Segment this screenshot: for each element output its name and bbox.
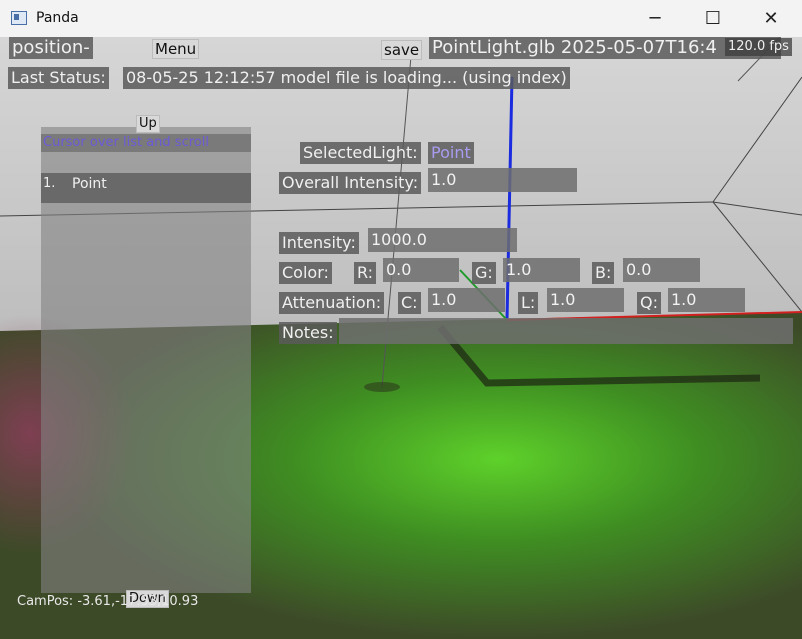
position-label: position- [9, 37, 93, 59]
fps-counter: 120.0 fps [725, 38, 792, 56]
title-bar: Panda ─ ☐ ✕ [0, 0, 802, 37]
maximize-button[interactable]: ☐ [684, 0, 742, 37]
color-r-input[interactable]: 0.0 [383, 258, 459, 282]
attenuation-l-input[interactable]: 1.0 [547, 288, 624, 312]
notes-label: Notes: [279, 322, 337, 344]
notes-input[interactable] [339, 318, 793, 344]
camera-position-readout: CamPos: -3.61,-17.33,10.93 [17, 594, 199, 609]
intensity-input[interactable]: 1000.0 [368, 228, 517, 252]
attenuation-l-label: L: [518, 292, 539, 314]
status-message: 08-05-25 12:12:57 model file is loading.… [123, 67, 570, 89]
attenuation-label: Attenuation: [279, 292, 385, 314]
list-item-index: 1. [43, 176, 56, 191]
scroll-up-button[interactable]: Up [136, 115, 160, 133]
close-button[interactable]: ✕ [742, 0, 800, 37]
color-b-label: B: [592, 262, 615, 284]
color-g-label: G: [472, 262, 496, 284]
overall-intensity-label: Overall Intensity: [279, 172, 422, 194]
intensity-label: Intensity: [279, 232, 359, 254]
color-label: Color: [279, 262, 332, 284]
save-button[interactable]: save [381, 40, 423, 60]
app-window-icon [11, 11, 27, 25]
list-item-name: Point [72, 176, 107, 192]
window-title: Panda [36, 10, 79, 26]
minimize-button[interactable]: ─ [626, 0, 684, 37]
light-list-header: Cursor over list and scroll [41, 134, 251, 152]
last-status-label: Last Status: [8, 67, 109, 89]
selected-light-value: Point [428, 142, 474, 164]
attenuation-q-label: Q: [637, 292, 661, 314]
color-r-label: R: [354, 262, 377, 284]
attenuation-c-label: C: [398, 292, 421, 314]
color-g-input[interactable]: 1.0 [503, 258, 580, 282]
list-item[interactable]: 1. Point [41, 173, 251, 203]
viewport-3d[interactable]: position- Menu save PointLight.glb 2025-… [0, 37, 802, 639]
color-b-input[interactable]: 0.0 [623, 258, 700, 282]
attenuation-q-input[interactable]: 1.0 [668, 288, 745, 312]
overall-intensity-input[interactable]: 1.0 [428, 168, 577, 192]
menu-button[interactable]: Menu [152, 39, 200, 59]
selected-light-label: SelectedLight: [300, 142, 421, 164]
attenuation-c-input[interactable]: 1.0 [428, 288, 505, 312]
